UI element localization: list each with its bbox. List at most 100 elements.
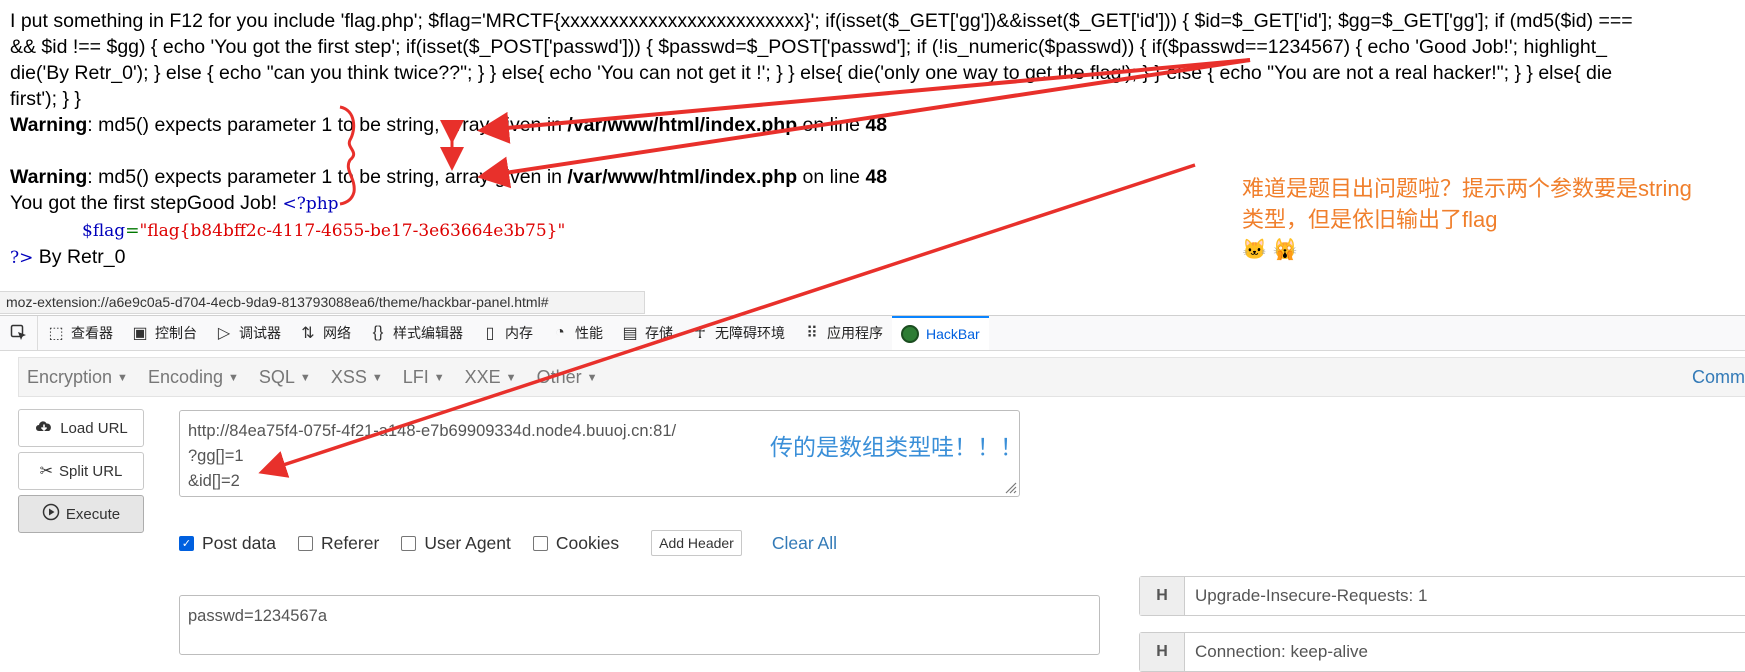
warning-1: Warning: md5() expects parameter 1 to be… [10,112,1745,138]
devtools-toolbar: ⬚ 查看器 ▣ 控制台 ▷ 调试器 ⇅ 网络 {} 样式编辑器 ▯ 内存 ◔ 性能 ▤ 存储 ☥… [0,315,1745,351]
flag-variable: $flag [82,221,126,241]
performance-icon: ◔ [555,324,565,341]
menu-label: Encryption [27,366,113,387]
execute-button[interactable]: Execute [18,495,144,533]
tab-label: 应用程序 [827,325,883,341]
header-key: H [1140,577,1185,615]
header-key: H [1140,633,1185,671]
header-value[interactable]: Connection: keep-alive [1185,633,1368,671]
warning-line-number: 48 [865,114,888,136]
menu-encryption[interactable]: Encryption ▼ [19,367,140,388]
caret-down-icon: ▼ [371,371,383,384]
referer-checkbox[interactable] [297,535,313,551]
menu-label: LFI [402,366,429,387]
tab-accessibility[interactable]: ☥ 无障碍环境 [682,316,794,350]
warning-on-line: on line [797,166,866,188]
console-icon: ▣ [132,325,148,342]
tab-label: 查看器 [71,325,113,341]
debugger-icon: ▷ [217,325,231,342]
warning-path: /var/www/html/index.php [567,114,798,136]
warning-label: Warning [10,114,88,136]
menu-sql[interactable]: SQL ▼ [251,367,323,388]
warning-line-number: 48 [865,166,888,188]
menu-encoding[interactable]: Encoding ▼ [140,367,251,388]
hackbar-menubar: Encryption ▼ Encoding ▼ SQL ▼ XSS ▼ LFI ▼ XXE… [18,357,1745,397]
post-data-textarea[interactable]: passwd=1234567a [179,595,1100,655]
caret-down-icon: ▼ [117,371,128,384]
source-line-4: first'); } } [10,88,81,110]
cloud-download-icon [34,418,54,439]
element-picker-icon[interactable] [0,316,38,350]
tab-label: HackBar [926,326,980,342]
warning-on-line: on line [797,114,866,136]
tab-console[interactable]: ▣ 控制台 [122,316,206,350]
first-step-text: You got the first stepGood Job! [10,192,283,214]
clear-all-link[interactable]: Clear All [772,533,837,554]
warning-path: /var/www/html/index.php [567,166,798,188]
tab-performance[interactable]: ◔ 性能 [542,316,612,350]
orange-annotation-line-1: 难道是题目出问题啦？提示两个参数要是string [1242,176,1692,201]
caret-down-icon: ▼ [433,371,445,384]
tab-hackbar[interactable]: HackBar [892,316,989,350]
button-label: Split URL [59,462,123,480]
referer-option[interactable]: Referer [297,532,380,554]
header-row[interactable]: H Connection: keep-alive [1139,632,1745,672]
by-retr-text: By Retr_0 [33,246,126,268]
tab-label: 无障碍环境 [715,325,785,341]
menu-lfi[interactable]: LFI ▼ [395,367,457,388]
tab-label: 内存 [505,325,533,341]
tab-application[interactable]: ⠿ 应用程序 [794,316,892,350]
php-open-tag: <?php [282,194,339,214]
orange-annotation-line-2: 类型，但是依旧输出了flag [1242,207,1498,232]
network-icon: ⇅ [301,325,315,342]
option-label: Cookies [555,532,620,553]
option-label: Post data [202,532,276,553]
tab-style-editor[interactable]: {} 样式编辑器 [360,316,472,350]
menu-xss[interactable]: XSS ▼ [323,367,395,388]
post-body-text: passwd=1234567a [188,607,327,625]
tab-label: 控制台 [155,325,197,341]
post-data-checkbox[interactable]: ✓ [179,535,194,551]
user-agent-option[interactable]: User Agent [401,533,511,554]
tab-storage[interactable]: ▤ 存储 [612,316,682,350]
split-url-button[interactable]: ✂ Split URL [18,452,144,490]
storage-icon: ▤ [622,325,638,342]
tab-label: 存储 [645,325,673,341]
user-agent-checkbox[interactable] [401,535,417,551]
menu-xxe[interactable]: XXE ▼ [457,367,529,388]
source-line-3: die('By Retr_0'); } else { echo "can you… [10,62,1613,84]
load-url-button[interactable]: Load URL [18,409,144,447]
caret-down-icon: ▼ [299,371,311,384]
flag-assign: = [125,221,140,241]
tab-memory[interactable]: ▯ 内存 [472,316,542,350]
style-editor-icon: {} [372,324,384,341]
header-value[interactable]: Upgrade-Insecure-Requests: 1 [1185,577,1427,615]
caret-down-icon: ▼ [228,371,239,384]
hackbar-icon [901,325,919,343]
menu-label: XXE [464,366,501,387]
tab-debugger[interactable]: ▷ 调试器 [206,316,290,350]
tab-inspector[interactable]: ⬚ 查看器 [38,316,122,350]
cookies-checkbox[interactable] [532,535,548,551]
button-label: Load URL [60,419,128,437]
status-bar-url: moz-extension://a6e9c0a5-d704-4ecb-9da9-… [0,291,645,314]
add-header-button[interactable]: Add Header [651,530,742,556]
cookies-option[interactable]: Cookies [532,532,620,554]
tab-label: 调试器 [239,325,281,341]
caret-down-icon: ▼ [505,371,517,384]
orange-annotation: 难道是题目出问题啦？提示两个参数要是string 类型，但是依旧输出了flag … [1242,173,1742,266]
menu-label: Other [536,366,582,387]
menu-label: Encoding [147,366,223,387]
header-row[interactable]: H Upgrade-Insecure-Requests: 1 [1139,576,1745,616]
caret-down-icon: ▼ [586,371,598,384]
button-label: Execute [65,505,121,523]
resize-handle-icon[interactable] [1003,480,1017,494]
source-line-1: I put something in F12 for you include '… [10,10,1633,32]
tab-label: 样式编辑器 [393,325,463,341]
post-data-option[interactable]: ✓ Post data [179,533,276,554]
option-label: Referer [320,532,380,553]
tab-network[interactable]: ⇅ 网络 [290,316,360,350]
menu-other[interactable]: Other ▼ [529,367,610,388]
menu-community-link[interactable]: Comm [1684,367,1745,388]
